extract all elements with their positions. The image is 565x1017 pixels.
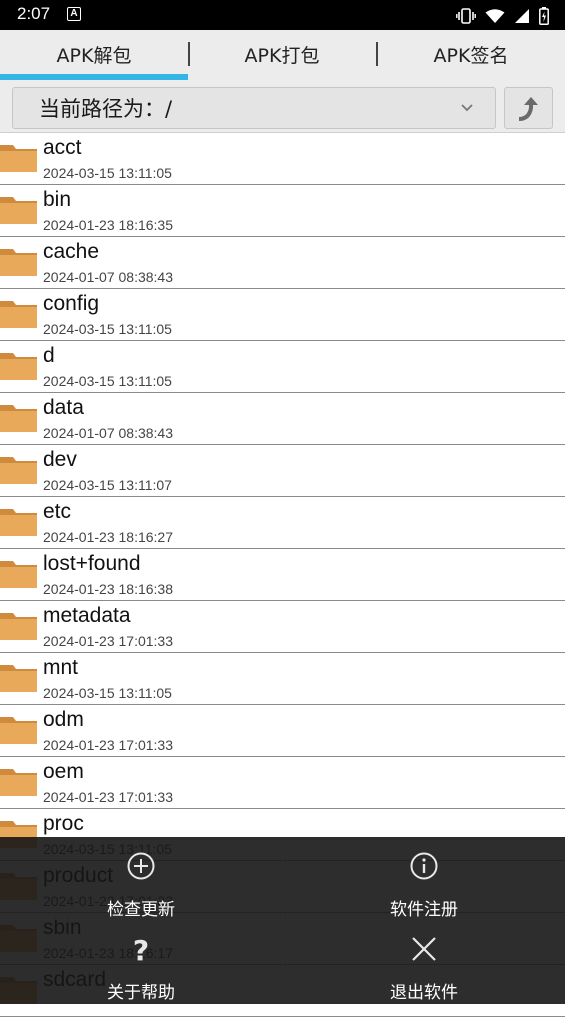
file-list-item[interactable]: mnt 2024-03-15 13:11:05 [0, 653, 565, 705]
file-list-item[interactable]: lost+found 2024-01-23 18:16:38 [0, 549, 565, 601]
tab-bar: APK解包 APK打包 APK签名 [0, 30, 565, 80]
file-date: 2024-03-15 13:11:05 [43, 165, 172, 181]
file-date: 2024-01-23 18:16:35 [43, 217, 173, 233]
status-icons [452, 5, 549, 25]
svg-text:?: ? [133, 934, 149, 964]
folder-icon [0, 301, 37, 328]
folder-icon [0, 145, 37, 172]
folder-icon [0, 561, 37, 588]
file-date: 2024-03-15 13:11:05 [43, 373, 172, 389]
status-bar: 2:07 A [0, 0, 565, 30]
folder-icon [0, 249, 37, 276]
file-name: metadata [43, 604, 131, 627]
options-menu: 检查更新 软件注册 ? 关于帮助 退出软件 [0, 837, 565, 1004]
file-name: cache [43, 240, 100, 263]
info-icon [410, 852, 438, 880]
parent-directory-button[interactable] [504, 87, 553, 129]
file-date: 2024-01-23 17:01:33 [43, 633, 173, 649]
folder-icon [0, 509, 37, 536]
file-list-item[interactable]: d 2024-03-15 13:11:05 [0, 341, 565, 393]
file-name: d [43, 344, 55, 367]
file-date: 2024-01-23 17:01:33 [43, 737, 173, 753]
folder-icon [0, 353, 37, 380]
file-name: acct [43, 136, 82, 159]
file-list-item[interactable]: bin 2024-01-23 18:16:35 [0, 185, 565, 237]
file-name: mnt [43, 656, 79, 679]
help-label: 关于帮助 [107, 983, 175, 1003]
file-list-item[interactable]: metadata 2024-01-23 17:01:33 [0, 601, 565, 653]
file-list-item[interactable]: etc 2024-01-23 18:16:27 [0, 497, 565, 549]
chevron-down-icon [461, 104, 473, 112]
file-list-item[interactable]: data 2024-01-07 08:38:43 [0, 393, 565, 445]
notification-icon: A [67, 7, 81, 21]
path-dropdown[interactable]: 当前路径为：/ [12, 87, 496, 129]
file-date: 2024-01-23 18:16:27 [43, 529, 173, 545]
help-icon: ? [133, 934, 149, 964]
check-update-label: 检查更新 [107, 900, 175, 920]
file-name: odm [43, 708, 84, 731]
path-bar: 当前路径为：/ [0, 80, 565, 133]
file-date: 2024-01-23 18:16:38 [43, 581, 173, 597]
file-date: 2024-01-07 08:38:43 [43, 425, 173, 441]
file-name: oem [43, 760, 84, 783]
file-date: 2024-03-15 13:11:05 [43, 685, 172, 701]
register-label: 软件注册 [390, 900, 458, 920]
signal-icon [514, 8, 529, 23]
file-date: 2024-01-23 17:01:33 [43, 789, 173, 805]
file-name: proc [43, 812, 84, 835]
file-list-item[interactable]: acct 2024-03-15 13:11:05 [0, 133, 565, 185]
file-date: 2024-01-07 08:38:43 [43, 269, 173, 285]
exit-label: 退出软件 [390, 983, 458, 1003]
file-name: config [43, 292, 100, 315]
wifi-icon [485, 8, 505, 23]
file-name: etc [43, 500, 72, 523]
file-name: dev [43, 448, 77, 471]
add-circle-icon [127, 852, 155, 880]
file-list-item[interactable]: oem 2024-01-23 17:01:33 [0, 757, 565, 809]
tab-apk-sign[interactable]: APK签名 [377, 30, 565, 80]
folder-icon [0, 665, 37, 692]
folder-icon [0, 457, 37, 484]
file-date: 2024-03-15 13:11:07 [43, 477, 172, 493]
folder-icon [0, 613, 37, 640]
close-icon [412, 937, 436, 961]
tab-apk-unpack[interactable]: APK解包 [0, 30, 188, 80]
status-time: 2:07 [17, 4, 51, 23]
help-button[interactable]: ? 关于帮助 [0, 920, 282, 1003]
file-name: lost+found [43, 552, 141, 575]
folder-icon [0, 717, 37, 744]
current-path-label: 当前路径为：/ [39, 97, 173, 121]
folder-icon [0, 197, 37, 224]
file-list-item[interactable]: dev 2024-03-15 13:11:07 [0, 445, 565, 497]
file-date: 2024-03-15 13:11:05 [43, 321, 172, 337]
exit-button[interactable]: 退出软件 [283, 920, 565, 1003]
vibrate-icon [455, 7, 476, 24]
file-list-item[interactable]: cache 2024-01-07 08:38:43 [0, 237, 565, 289]
folder-icon [0, 405, 37, 432]
file-list-item[interactable]: odm 2024-01-23 17:01:33 [0, 705, 565, 757]
file-name: data [43, 396, 84, 419]
file-name: bin [43, 188, 72, 211]
tab-apk-pack[interactable]: APK打包 [188, 30, 376, 80]
folder-icon [0, 769, 37, 796]
up-arrow-icon [518, 97, 538, 121]
battery-icon [539, 6, 549, 25]
register-button[interactable]: 软件注册 [283, 837, 565, 920]
check-update-button[interactable]: 检查更新 [0, 837, 282, 920]
file-list-item[interactable]: config 2024-03-15 13:11:05 [0, 289, 565, 341]
